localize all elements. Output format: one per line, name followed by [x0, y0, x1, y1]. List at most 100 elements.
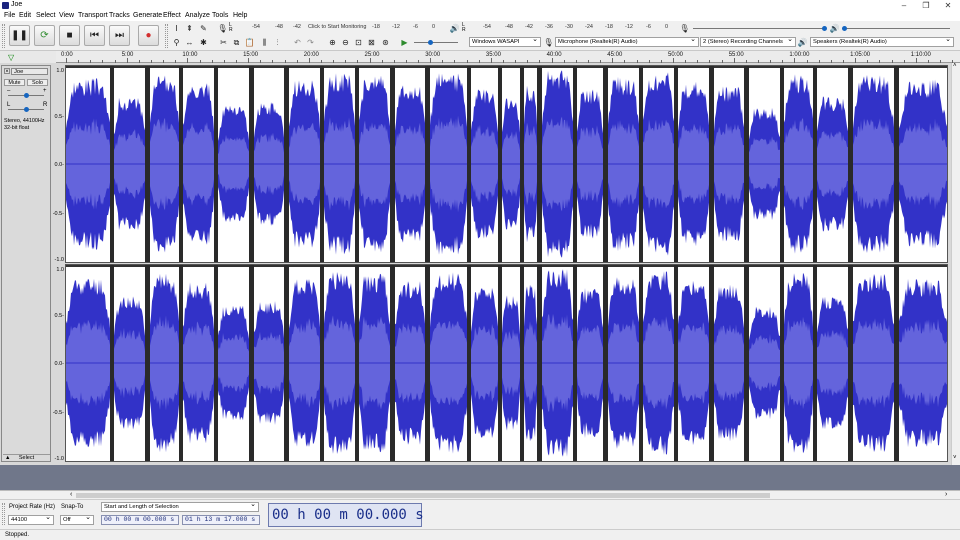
close-track-icon[interactable]: ×	[4, 68, 10, 75]
menu-tools[interactable]: Tools	[212, 12, 228, 19]
audio-clip[interactable]	[324, 66, 355, 262]
record-button[interactable]: ●	[138, 25, 159, 46]
redo-button[interactable]: ↷	[305, 37, 316, 48]
audio-clip[interactable]	[678, 265, 709, 461]
audio-clip[interactable]	[714, 265, 744, 461]
audio-clip[interactable]	[577, 265, 603, 461]
audio-clip[interactable]	[66, 66, 110, 262]
play-button[interactable]: ⟳	[34, 25, 55, 46]
menu-transport[interactable]: Transport	[78, 12, 108, 19]
track-name-menu[interactable]: Joe	[11, 68, 48, 75]
zoom-in-button[interactable]: ⊕	[327, 37, 338, 48]
maximize-button[interactable]: ❐	[915, 0, 937, 11]
menu-select[interactable]: Select	[36, 12, 55, 19]
menu-analyze[interactable]: Analyze	[185, 12, 210, 19]
recording-channels-dropdown[interactable]: 2 (Stereo) Recording Channels	[700, 37, 796, 47]
audio-clip[interactable]	[183, 66, 214, 262]
menu-edit[interactable]: Edit	[19, 12, 31, 19]
audio-clip[interactable]	[471, 66, 498, 262]
paste-button[interactable]: 📋	[244, 37, 255, 48]
trim-button[interactable]: ⫼	[259, 37, 270, 48]
stop-button[interactable]: ■	[59, 25, 80, 46]
toolbar-grip[interactable]	[2, 24, 5, 48]
audio-clip[interactable]	[678, 66, 709, 262]
menu-help[interactable]: Help	[233, 12, 247, 19]
audio-clip[interactable]	[395, 265, 425, 461]
track-control-panel[interactable]: × Joe Mute Solo – + L R Stereo, 44100Hz …	[1, 65, 51, 462]
audio-clip[interactable]	[150, 265, 179, 461]
audio-clip[interactable]	[502, 66, 520, 262]
playback-meter[interactable]: -54 -48 -42 -36 -30 -24 -18 -12 -6 0	[468, 22, 672, 31]
horizontal-scrollbar[interactable]: ‹ ›	[0, 490, 960, 499]
menu-tracks[interactable]: Tracks	[109, 12, 130, 19]
cut-button[interactable]: ✂	[218, 37, 229, 48]
audio-clip[interactable]	[577, 66, 603, 262]
silence-button[interactable]: ⫶	[272, 37, 283, 48]
recording-device-dropdown[interactable]: Microphone (Realtek(R) Audio)	[555, 37, 699, 47]
audio-clip[interactable]	[430, 66, 467, 262]
audio-clip[interactable]	[150, 66, 179, 262]
audio-clip[interactable]	[324, 265, 355, 461]
track-select-button[interactable]: ▲ Select	[3, 454, 50, 462]
snap-to-dropdown[interactable]: Off	[60, 515, 94, 525]
fit-selection-button[interactable]: ⊡	[353, 37, 364, 48]
solo-button[interactable]: Solo	[27, 79, 48, 86]
audio-clip[interactable]	[430, 265, 467, 461]
menu-view[interactable]: View	[59, 12, 74, 19]
audio-clip[interactable]	[359, 265, 390, 461]
vertical-scrollbar[interactable]: ˄ ˅	[951, 63, 960, 465]
timeline-ruler[interactable]: ▽ 0:00 5:00 10:00 15:00 20:00 25:00 30:00 35:00…	[0, 51, 960, 63]
menu-file[interactable]: File	[4, 12, 15, 19]
audio-clip[interactable]	[714, 66, 744, 262]
playback-device-dropdown[interactable]: Speakers (Realtek(R) Audio)	[810, 37, 954, 47]
record-meter-button[interactable]: 🎙	[217, 23, 228, 34]
undo-button[interactable]: ↶	[292, 37, 303, 48]
selection-start-time[interactable]: 00 h 00 m 00.000 s	[101, 515, 179, 525]
audio-clip[interactable]	[502, 265, 520, 461]
audio-clip[interactable]	[643, 66, 674, 262]
scroll-up-icon[interactable]: ˄	[953, 63, 957, 69]
gain-knob[interactable]	[24, 93, 29, 98]
record-meter[interactable]: -54 -48 -42 Click to Start Monitoring -1…	[235, 22, 440, 31]
playback-volume-knob[interactable]	[842, 26, 847, 31]
audio-clip[interactable]	[817, 265, 848, 461]
audio-clip[interactable]	[817, 66, 848, 262]
selection-tool[interactable]: I	[171, 23, 182, 34]
draw-tool[interactable]: ✎	[198, 23, 209, 34]
audio-host-dropdown[interactable]: Windows WASAPI	[469, 37, 541, 47]
empty-track-space[interactable]	[0, 465, 960, 490]
audio-clip[interactable]	[524, 66, 537, 262]
audio-clip[interactable]	[899, 265, 947, 461]
envelope-tool[interactable]: ⇞	[184, 23, 195, 34]
audio-position-time[interactable]: 00 h 00 m 00.000 s	[268, 503, 424, 527]
toolbar-grip[interactable]	[2, 503, 5, 525]
selection-length-time[interactable]: 01 h 13 m 17.000 s	[182, 515, 260, 525]
audio-clip[interactable]	[784, 66, 813, 262]
playback-meter-button[interactable]: 🔊	[449, 23, 460, 34]
timeline-options-icon[interactable]: ▽	[8, 53, 14, 62]
zoom-out-button[interactable]: ⊖	[340, 37, 351, 48]
audio-clip[interactable]	[853, 265, 894, 461]
pan-knob[interactable]	[24, 107, 29, 112]
audio-clip[interactable]	[218, 265, 249, 461]
time-shift-tool[interactable]: ↔	[184, 37, 195, 48]
audio-clip[interactable]	[289, 66, 320, 262]
audio-clip[interactable]	[471, 265, 498, 461]
play-speed-knob[interactable]	[428, 40, 433, 45]
audio-clip[interactable]	[114, 265, 145, 461]
scroll-down-icon[interactable]: ˅	[953, 455, 957, 461]
audio-clip[interactable]	[289, 265, 320, 461]
selection-mode-dropdown[interactable]: Start and Length of Selection	[101, 502, 259, 512]
audio-clip[interactable]	[749, 66, 780, 262]
audio-clip[interactable]	[254, 265, 284, 461]
minimize-button[interactable]: –	[893, 0, 915, 11]
audio-clip[interactable]	[524, 265, 537, 461]
menu-effect[interactable]: Effect	[163, 12, 181, 19]
zoom-tool[interactable]: ⚲	[171, 37, 182, 48]
play-at-speed-button[interactable]: ▶	[399, 37, 410, 48]
scroll-left-icon[interactable]: ‹	[70, 491, 72, 498]
left-channel-waveform[interactable]	[65, 65, 948, 263]
play-speed-slider[interactable]	[414, 42, 458, 43]
audio-clip[interactable]	[359, 66, 390, 262]
audio-clip[interactable]	[608, 66, 639, 262]
